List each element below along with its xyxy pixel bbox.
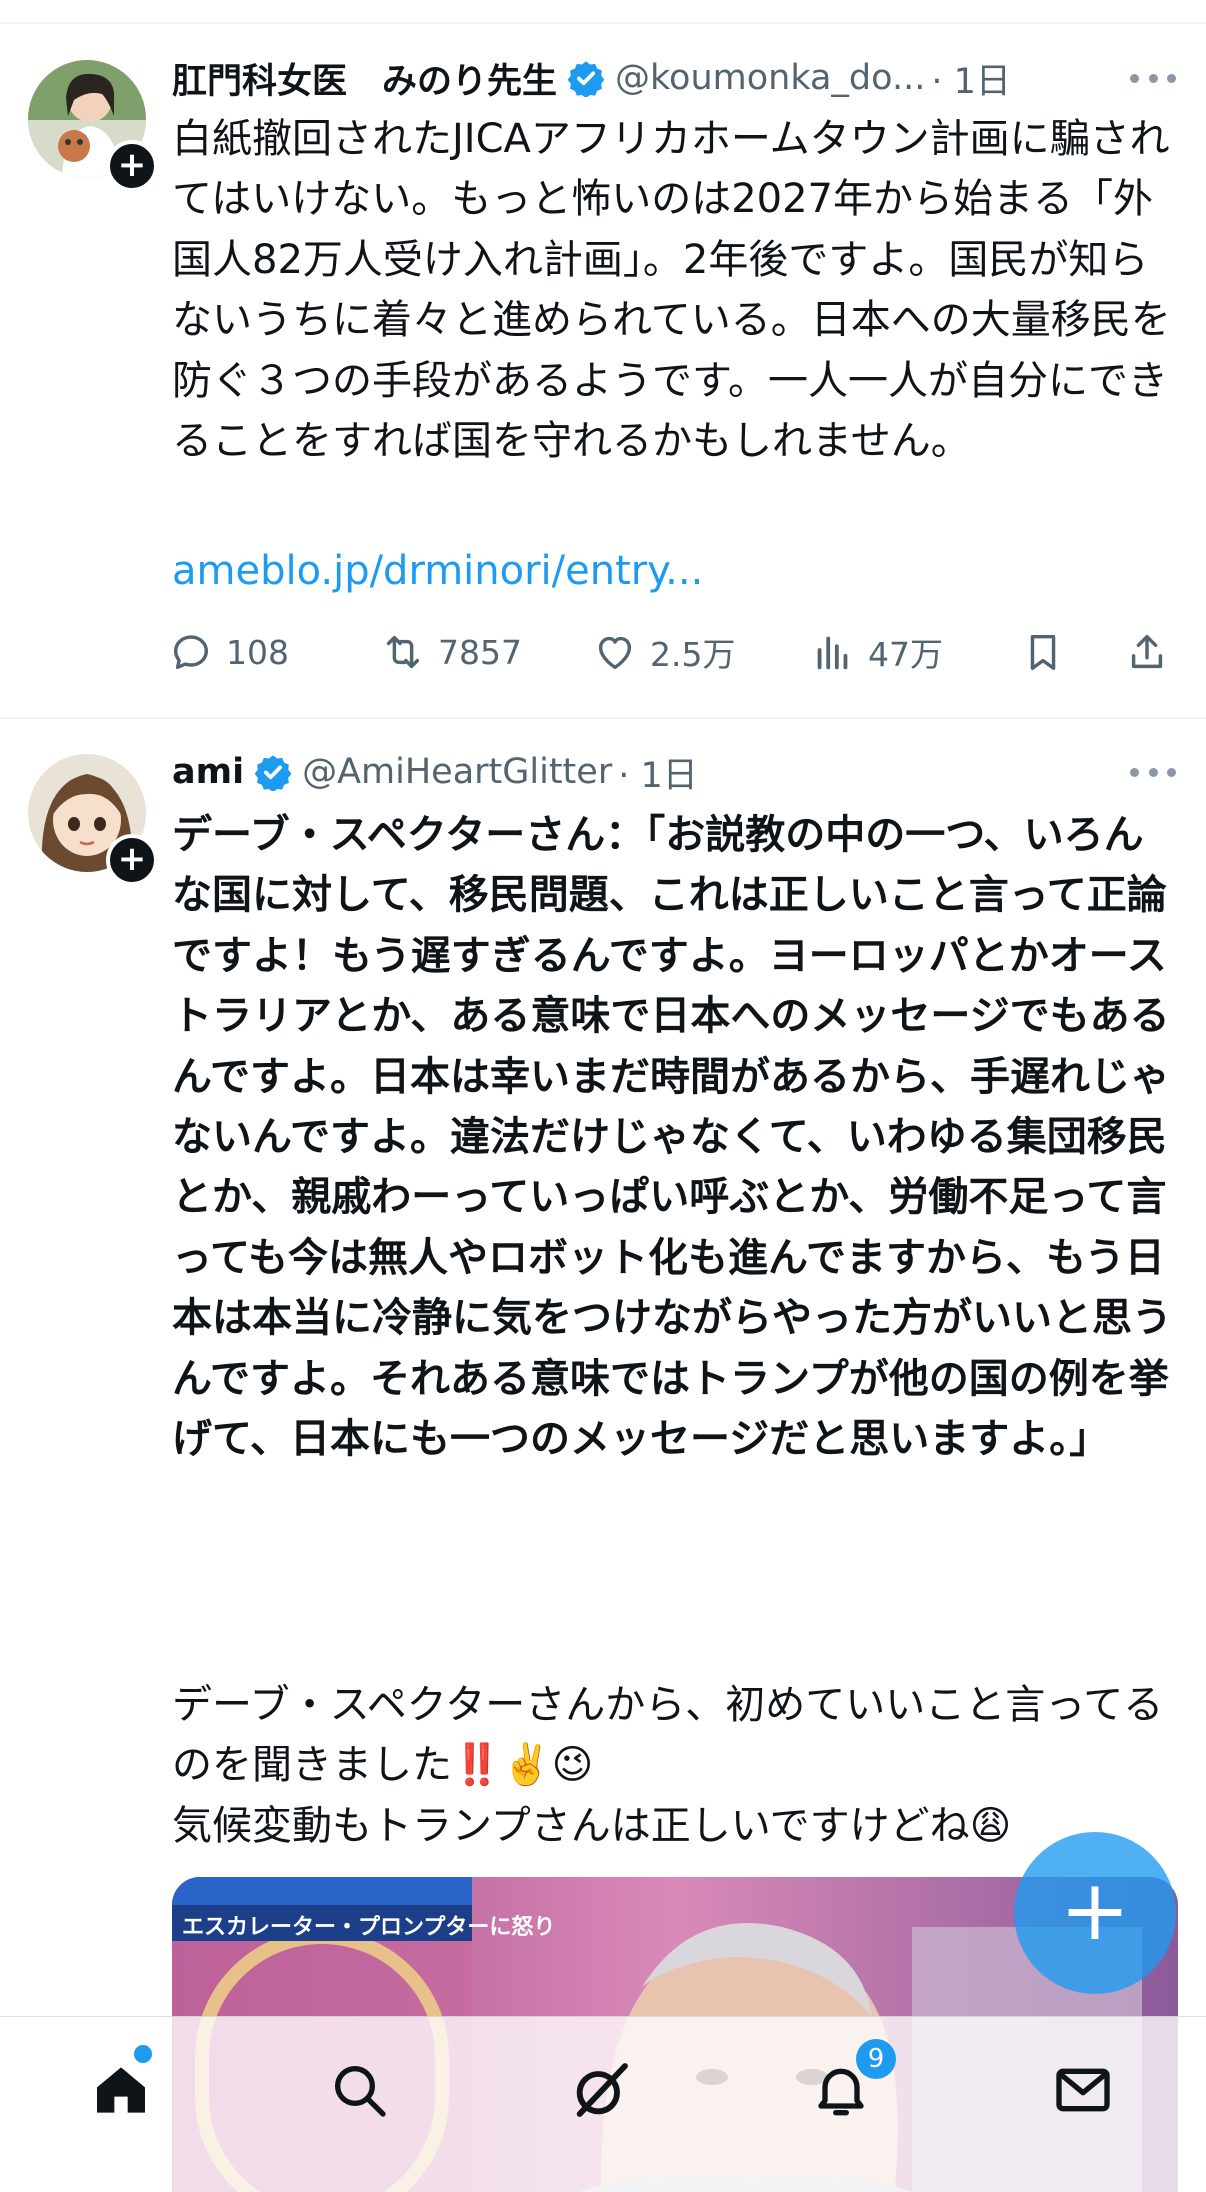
tweet-text: 白紙撤回されたJICAアフリカホームタウン計画に騙されてはいけない。もっと怖いの…	[172, 116, 1171, 465]
handle[interactable]: @koumonka_do...	[615, 58, 925, 98]
notifications-badge: 9	[856, 2039, 896, 2079]
like-count: 2.5万	[650, 635, 736, 674]
views-count: 47万	[868, 635, 943, 674]
display-name[interactable]: 肛門科女医 みのり先生	[172, 53, 557, 104]
mail-icon	[1056, 2068, 1110, 2112]
home-notification-dot	[134, 2045, 152, 2063]
avatar-container: +	[28, 754, 158, 886]
compose-button[interactable]: +	[1014, 1832, 1176, 1994]
grok-icon	[576, 2063, 628, 2117]
timestamp[interactable]: · 1日	[618, 747, 698, 798]
bottom-navigation: 9	[0, 2016, 1206, 2192]
home-tab[interactable]	[86, 2055, 156, 2125]
reply-icon	[173, 635, 209, 670]
display-name[interactable]: ami	[172, 752, 244, 792]
like-button[interactable]: 2.5万	[592, 622, 735, 682]
follow-plus-icon[interactable]: +	[106, 834, 158, 886]
more-options-icon[interactable]	[1130, 50, 1176, 106]
more-options-icon[interactable]	[1130, 744, 1176, 800]
divider	[0, 717, 1206, 719]
search-icon	[335, 2066, 386, 2117]
tweet-text: デーブ・スペクターさんから、初めていいこと言ってるのを聞きました‼️✌️😉 気候…	[172, 1682, 1164, 1849]
retweet-icon	[386, 635, 420, 669]
avatar-container: +	[28, 60, 158, 192]
follow-plus-icon[interactable]: +	[106, 140, 158, 192]
reply-count: 108	[226, 632, 289, 672]
verified-badge-icon	[567, 61, 605, 97]
heart-icon	[598, 636, 632, 670]
views-chart-icon	[817, 636, 848, 670]
tweet-link[interactable]: ameblo.jp/drminori/entry...	[172, 541, 703, 601]
home-icon	[97, 2067, 145, 2113]
tweet-actions: 108 7857 2.5万 47万	[168, 622, 1178, 682]
reply-button[interactable]: 108	[168, 622, 289, 682]
timeline-screen: + 肛門科女医 みのり先生 @koumonka_do... · 1日 白紙撤回さ…	[0, 0, 1206, 2192]
grok-tab[interactable]	[566, 2055, 636, 2125]
search-tab[interactable]	[324, 2055, 394, 2125]
tweet-header: ami @AmiHeartGlitter · 1日	[172, 744, 698, 800]
video-caption: エスカレーター・プロンプターに怒り	[182, 1915, 556, 1940]
tweet-header: 肛門科女医 みのり先生 @koumonka_do... · 1日	[172, 50, 1011, 106]
bookmark-button[interactable]	[1020, 622, 1078, 682]
verified-badge-icon	[254, 755, 292, 791]
tweet-text-bold: デーブ・スペクターさん：「お説教の中の一つ、いろんな国に対して、移民問題、これは…	[172, 812, 1172, 1463]
bookmark-icon	[1030, 634, 1056, 671]
retweet-count: 7857	[438, 632, 522, 672]
timestamp[interactable]: · 1日	[931, 53, 1011, 104]
share-icon	[1131, 634, 1163, 669]
divider	[0, 22, 1206, 24]
messages-tab[interactable]	[1048, 2055, 1118, 2125]
handle[interactable]: @AmiHeartGlitter	[302, 752, 612, 792]
retweet-button[interactable]: 7857	[380, 622, 522, 682]
share-button[interactable]	[1124, 622, 1182, 682]
views-button[interactable]: 47万	[810, 622, 943, 682]
